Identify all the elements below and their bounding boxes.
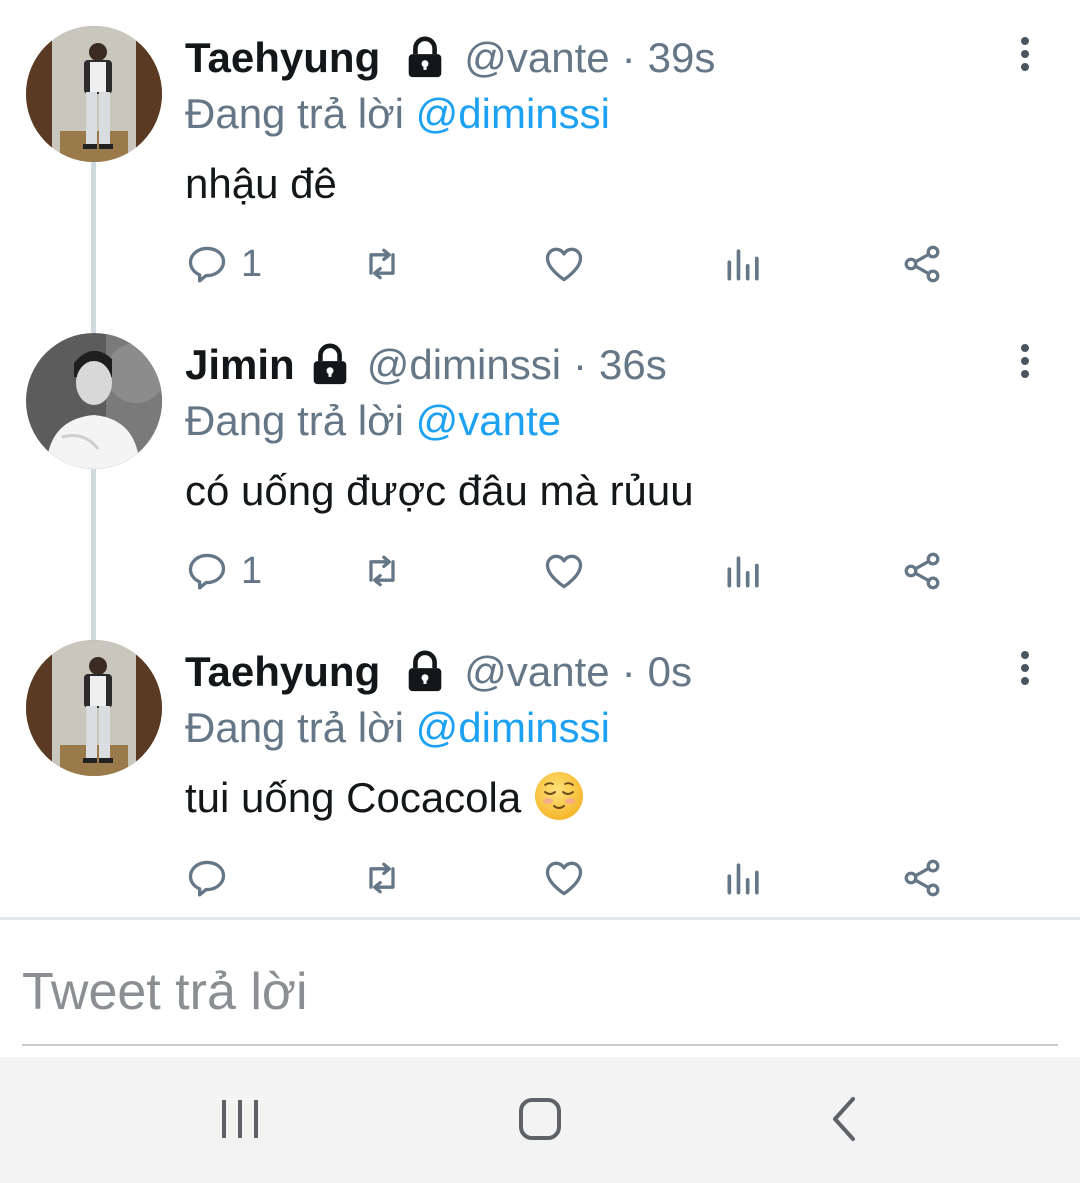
share-button[interactable] bbox=[900, 850, 944, 906]
tweet-actions: 1 bbox=[0, 543, 1080, 599]
analytics-button[interactable] bbox=[722, 850, 766, 906]
reply-button[interactable]: 1 bbox=[185, 236, 262, 292]
analytics-icon bbox=[727, 863, 759, 895]
heart-icon bbox=[545, 861, 583, 896]
lock-icon bbox=[408, 650, 442, 692]
tweet-actions bbox=[0, 850, 1080, 906]
reply-composer bbox=[0, 920, 1080, 1056]
reply-count: 1 bbox=[241, 549, 263, 592]
replying-label: Đang trả lời bbox=[185, 90, 404, 137]
retweet-icon bbox=[369, 555, 395, 587]
mention-link[interactable]: @diminssi bbox=[416, 704, 610, 751]
mention-link[interactable]: @vante bbox=[416, 397, 561, 444]
conversation-thread: Taehyung @vante · 39s Đang trả lời @dimi… bbox=[0, 0, 1080, 915]
replying-to: Đang trả lời @diminssi bbox=[185, 86, 610, 142]
separator: · bbox=[621, 34, 636, 81]
more-vertical-icon[interactable] bbox=[1005, 34, 1045, 74]
analytics-button[interactable] bbox=[722, 543, 766, 599]
reply-button[interactable] bbox=[185, 850, 241, 906]
share-button[interactable] bbox=[900, 543, 944, 599]
tweet[interactable]: Taehyung @vante · 39s Đang trả lời @dimi… bbox=[0, 0, 1080, 307]
tweet-header: Jimin @diminssi · 36s bbox=[185, 337, 667, 393]
display-name[interactable]: Taehyung bbox=[185, 30, 380, 86]
relieved-face-emoji bbox=[535, 772, 584, 820]
timestamp: 39s bbox=[647, 34, 716, 81]
replying-label: Đang trả lời bbox=[185, 397, 404, 444]
like-button[interactable] bbox=[542, 850, 586, 906]
tweet-text: có uống được đâu mà rủuu bbox=[185, 467, 694, 514]
tweet[interactable]: Taehyung @vante · 0s Đang trả lời @dimin… bbox=[0, 614, 1080, 915]
tweet-actions: 1 bbox=[0, 236, 1080, 292]
tweet-header: Taehyung @vante · 39s bbox=[185, 30, 715, 86]
retweet-button[interactable] bbox=[360, 850, 404, 906]
share-button[interactable] bbox=[900, 236, 944, 292]
tweet[interactable]: Jimin @diminssi · 36s Đang trả lời @vant… bbox=[0, 307, 1080, 614]
recent-apps-icon[interactable] bbox=[210, 1095, 270, 1145]
back-icon[interactable] bbox=[815, 1095, 875, 1145]
share-icon bbox=[904, 552, 940, 590]
analytics-icon bbox=[727, 249, 759, 281]
user-handle[interactable]: @diminssi bbox=[367, 337, 561, 393]
heart-icon bbox=[545, 247, 583, 282]
tweet-header: Taehyung @vante · 0s bbox=[185, 644, 692, 700]
retweet-icon bbox=[369, 248, 395, 280]
display-name[interactable]: Jimin bbox=[185, 337, 295, 393]
reply-input[interactable] bbox=[22, 940, 1058, 1046]
reply-button[interactable]: 1 bbox=[185, 543, 262, 599]
tweet-text-container: tui uống Cocacola bbox=[185, 770, 585, 826]
replying-to: Đang trả lời @vante bbox=[185, 393, 561, 449]
thread-line bbox=[91, 614, 96, 640]
replying-label: Đang trả lời bbox=[185, 704, 404, 751]
retweet-button[interactable] bbox=[360, 236, 404, 292]
taehyung-avatar[interactable] bbox=[26, 640, 162, 776]
mention-link[interactable]: @diminssi bbox=[416, 90, 610, 137]
share-icon bbox=[904, 859, 940, 897]
lock-icon bbox=[313, 343, 346, 385]
retweet-button[interactable] bbox=[360, 543, 404, 599]
heart-icon bbox=[545, 554, 583, 589]
user-handle[interactable]: @vante bbox=[464, 30, 609, 86]
taehyung-avatar[interactable] bbox=[26, 26, 162, 162]
replying-to: Đang trả lời @diminssi bbox=[185, 700, 610, 756]
thread-line bbox=[91, 307, 96, 333]
more-vertical-icon[interactable] bbox=[1005, 648, 1045, 688]
timestamp: 36s bbox=[599, 341, 667, 388]
display-name[interactable]: Taehyung bbox=[185, 644, 380, 700]
share-icon bbox=[904, 245, 940, 283]
tweet-text: nhậu đê bbox=[185, 160, 337, 207]
reply-count: 1 bbox=[241, 242, 263, 285]
timestamp: 0s bbox=[647, 648, 692, 695]
reply-bubble-icon bbox=[188, 553, 226, 590]
reply-bubble-icon bbox=[188, 860, 226, 897]
android-navigation-bar bbox=[0, 1057, 1080, 1183]
retweet-icon bbox=[369, 862, 395, 894]
reply-bubble-icon bbox=[188, 246, 226, 283]
user-handle[interactable]: @vante bbox=[464, 644, 609, 700]
like-button[interactable] bbox=[542, 543, 586, 599]
lock-icon bbox=[408, 36, 442, 78]
analytics-icon bbox=[727, 556, 759, 588]
more-vertical-icon[interactable] bbox=[1005, 341, 1045, 381]
separator: · bbox=[621, 648, 636, 695]
analytics-button[interactable] bbox=[722, 236, 766, 292]
home-icon[interactable] bbox=[510, 1095, 570, 1145]
separator: · bbox=[573, 341, 588, 388]
tweet-text: tui uống Cocacola bbox=[185, 774, 522, 821]
like-button[interactable] bbox=[542, 236, 586, 292]
jimin-avatar[interactable] bbox=[26, 333, 162, 469]
